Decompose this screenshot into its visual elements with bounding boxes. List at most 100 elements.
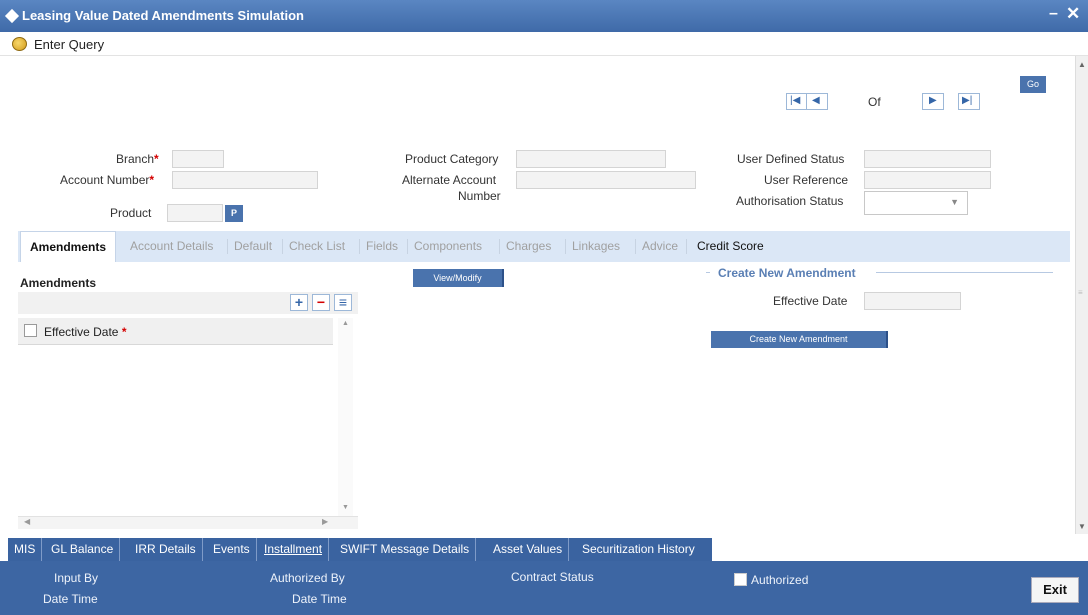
tab-divider: [359, 239, 360, 254]
subtab-gl-balance[interactable]: GL Balance: [45, 538, 121, 561]
product-label: Product: [110, 206, 152, 220]
tab-bar: Amendments Account Details Default Check…: [18, 231, 1070, 262]
tab-charges[interactable]: Charges: [506, 239, 551, 253]
minimize-icon[interactable]: –: [1049, 5, 1058, 23]
scroll-up-icon[interactable]: ▲: [342, 320, 349, 327]
tab-default[interactable]: Default: [234, 239, 272, 253]
enter-query-icon[interactable]: [12, 37, 27, 51]
account-number-label: Account Number*: [60, 173, 155, 187]
select-all-checkbox[interactable]: [24, 324, 37, 337]
tab-divider: [282, 239, 283, 254]
tab-divider: [407, 239, 408, 254]
total-records-field[interactable]: [886, 93, 920, 110]
user-reference-label: User Reference: [764, 173, 849, 187]
authorisation-status-label: Authorisation Status: [736, 194, 844, 208]
tab-divider: [499, 239, 500, 254]
tab-components[interactable]: Components: [414, 239, 482, 253]
scroll-left-icon[interactable]: ◀: [24, 517, 30, 526]
date-time-label: Date Time: [43, 592, 98, 606]
create-amendment-section-title: Create New Amendment: [718, 266, 856, 280]
product-category-label: Product Category: [405, 152, 499, 166]
product-lov-button[interactable]: P: [225, 205, 243, 222]
subtab-irr-details[interactable]: IRR Details: [129, 538, 203, 561]
grid-toolbar: + − ≡: [18, 292, 358, 314]
tab-divider: [686, 239, 687, 254]
section-divider: [706, 272, 710, 273]
alternate-account-label-line2: Number: [458, 189, 501, 203]
audit-footer: Input By Date Time Authorized By Date Ti…: [0, 561, 1088, 615]
tab-divider: [565, 239, 566, 254]
add-row-button[interactable]: +: [290, 294, 308, 311]
single-view-button[interactable]: ≡: [334, 294, 352, 311]
tab-credit-score[interactable]: Credit Score: [697, 239, 764, 253]
product-field[interactable]: [167, 204, 223, 222]
section-divider: [876, 272, 1053, 273]
previous-record-button[interactable]: ◀: [806, 93, 828, 110]
authorized-date-time-label: Date Time: [292, 592, 347, 606]
tab-divider: [227, 239, 228, 254]
user-defined-status-field[interactable]: [864, 150, 991, 168]
chevron-down-icon: ▼: [950, 197, 959, 207]
tab-linkages[interactable]: Linkages: [572, 239, 620, 253]
subtab-asset-values[interactable]: Asset Values: [487, 538, 570, 561]
amendments-section-title: Amendments: [20, 276, 97, 290]
diamond-icon: [4, 8, 20, 24]
authorized-label: Authorized: [751, 573, 809, 587]
enter-query-button[interactable]: Enter Query: [34, 37, 104, 52]
effective-date-label: Effective Date: [773, 294, 848, 308]
account-number-field[interactable]: [172, 171, 318, 189]
next-record-icon: ▶: [929, 95, 937, 106]
authorisation-status-select[interactable]: ▼: [864, 191, 968, 215]
authorized-checkbox[interactable]: [734, 573, 747, 586]
subtab-securitization-history[interactable]: Securitization History: [576, 538, 701, 561]
tab-fields[interactable]: Fields: [366, 239, 398, 253]
branch-label: Branch*: [116, 152, 159, 166]
tab-account-details[interactable]: Account Details: [130, 239, 213, 253]
next-record-button[interactable]: ▶: [922, 93, 944, 110]
window-scrollbar[interactable]: ▲ ≡ ▼: [1075, 56, 1088, 534]
tab-check-list[interactable]: Check List: [289, 239, 345, 253]
first-record-icon: |◀: [790, 95, 801, 106]
subtab-events[interactable]: Events: [207, 538, 257, 561]
grid-horizontal-scrollbar[interactable]: ◀ ▶: [18, 516, 358, 529]
tab-divider: [635, 239, 636, 254]
delete-row-button[interactable]: −: [312, 294, 330, 311]
close-icon[interactable]: ✕: [1066, 4, 1080, 24]
window-title: Leasing Value Dated Amendments Simulatio…: [22, 8, 304, 23]
scroll-down-icon[interactable]: ▼: [1078, 522, 1086, 531]
product-category-field[interactable]: [516, 150, 666, 168]
grid-vertical-scrollbar[interactable]: ▲ ▼: [338, 318, 353, 516]
create-new-amendment-button[interactable]: Create New Amendment: [711, 331, 888, 348]
scroll-up-icon[interactable]: ▲: [1078, 60, 1086, 69]
user-reference-field[interactable]: [864, 171, 991, 189]
scroll-grip-icon[interactable]: ≡: [1078, 288, 1083, 297]
subtab-mis[interactable]: MIS: [8, 538, 43, 561]
input-by-label: Input By: [54, 571, 99, 585]
first-record-button[interactable]: |◀: [786, 93, 808, 110]
amendments-grid: + − ≡ Effective Date * ▲ ▼ ◀ ▶: [18, 292, 358, 529]
user-defined-status-label: User Defined Status: [737, 152, 845, 166]
column-header-effective-date[interactable]: Effective Date *: [44, 325, 127, 339]
authorized-by-label: Authorized By: [270, 571, 345, 585]
exit-button[interactable]: Exit: [1031, 577, 1079, 603]
grid-header-row: Effective Date *: [18, 318, 333, 345]
of-label: Of: [868, 95, 881, 109]
scroll-right-icon[interactable]: ▶: [322, 517, 328, 526]
branch-field[interactable]: [172, 150, 224, 168]
tab-advice[interactable]: Advice: [642, 239, 678, 253]
alternate-account-label-line1: Alternate Account: [402, 173, 497, 187]
subtab-installment[interactable]: Installment: [258, 538, 330, 561]
subsystem-tab-bar: MIS GL Balance IRR Details Events Instal…: [8, 538, 712, 561]
last-record-icon: ▶|: [962, 95, 973, 106]
current-record-field[interactable]: [830, 93, 864, 110]
subtab-swift-message-details[interactable]: SWIFT Message Details: [334, 538, 477, 561]
view-modify-button[interactable]: View/Modify: [413, 269, 504, 287]
contract-status-label: Contract Status: [511, 570, 594, 584]
tab-amendments[interactable]: Amendments: [20, 231, 117, 262]
scroll-down-icon[interactable]: ▼: [342, 504, 349, 511]
last-record-button[interactable]: ▶|: [958, 93, 980, 110]
alternate-account-field[interactable]: [516, 171, 696, 189]
go-button[interactable]: Go: [1020, 76, 1046, 93]
effective-date-field[interactable]: [864, 292, 961, 310]
previous-record-icon: ◀: [812, 95, 820, 106]
